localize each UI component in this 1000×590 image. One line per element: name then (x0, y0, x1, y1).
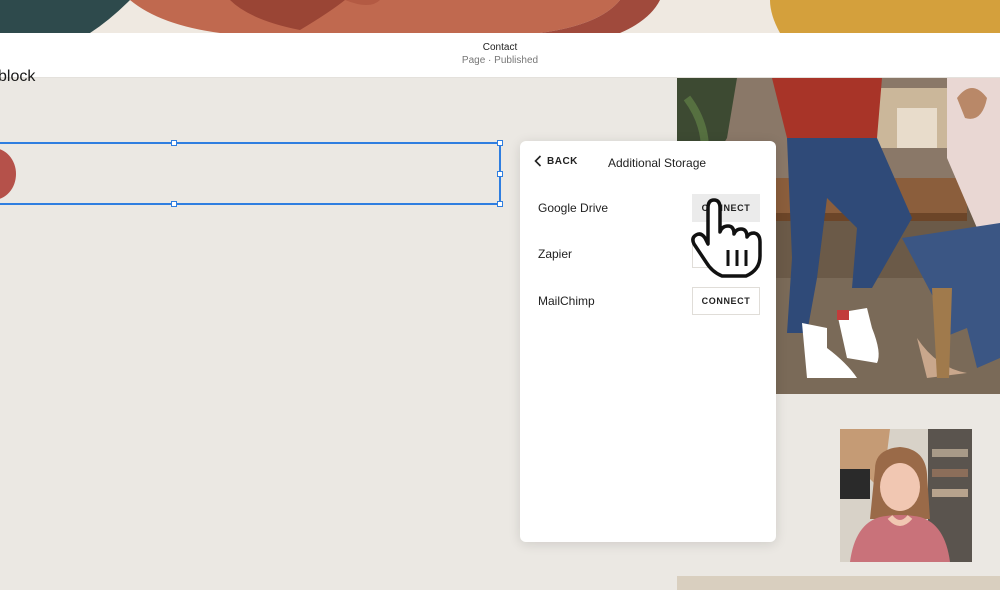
integration-name: MailChimp (538, 294, 595, 308)
page-status: Page · Published (461, 55, 539, 66)
integration-name: Zapier (538, 247, 573, 261)
resize-handle-bottom[interactable] (171, 201, 177, 207)
integration-name: Google Drive (538, 201, 609, 215)
resize-handle-right[interactable] (497, 171, 503, 177)
back-button[interactable]: BACK (534, 155, 578, 167)
resize-handle-top[interactable] (171, 140, 177, 146)
resize-handle-bottom-right[interactable] (497, 201, 503, 207)
resize-handle-top-right[interactable] (497, 140, 503, 146)
connect-mailchimp-button[interactable]: CONNECT (692, 287, 760, 315)
page-title: Contact (482, 42, 518, 53)
chevron-left-icon (534, 155, 542, 167)
integration-row-mailchimp: MailChimp CONNECT (538, 286, 760, 316)
webcam-overlay (840, 429, 972, 562)
top-decorative-banner (0, 0, 1000, 33)
selected-block[interactable] (0, 140, 503, 207)
page-image-bottom (677, 576, 1000, 590)
block-text: block (0, 68, 36, 85)
back-label: BACK (547, 155, 578, 167)
hand-pointer-icon (690, 198, 764, 278)
panel-title: Additional Storage (608, 156, 707, 170)
editor-header: Contact Page · Published (0, 33, 1000, 78)
